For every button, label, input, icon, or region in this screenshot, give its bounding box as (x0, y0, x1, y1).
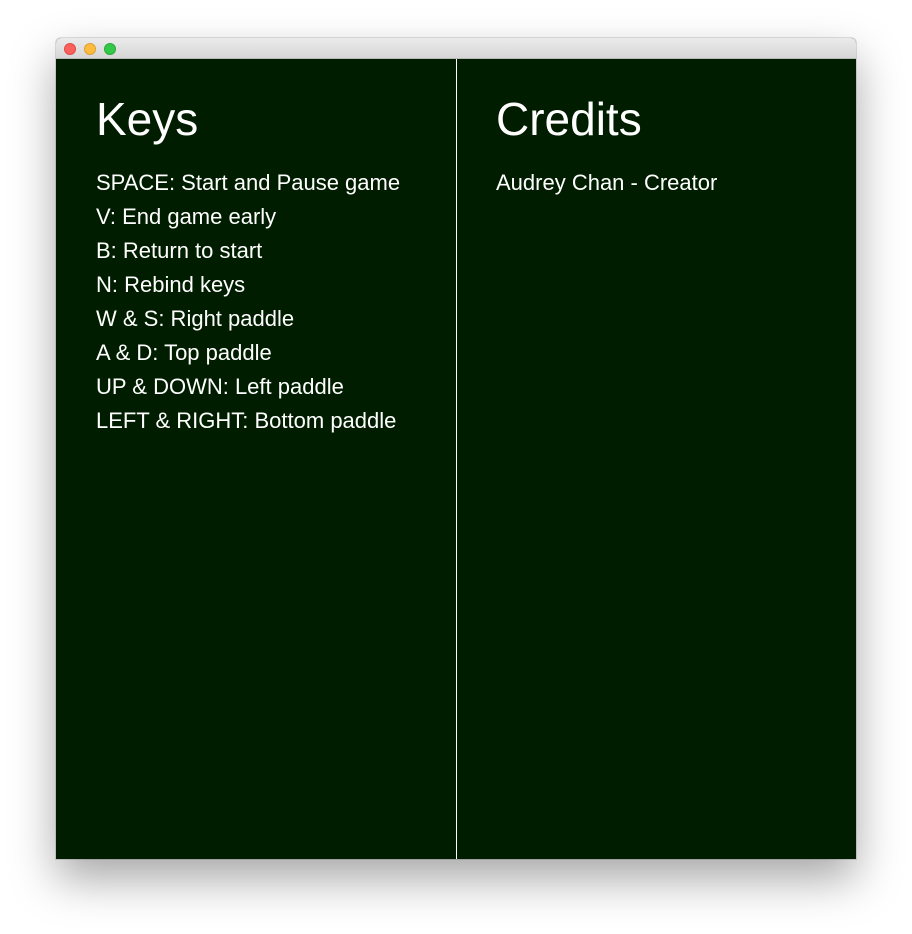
key-bindings-list: SPACE: Start and Pause game V: End game … (96, 166, 400, 438)
keys-heading: Keys (96, 93, 199, 145)
title-bar[interactable] (56, 38, 856, 59)
keys-panel: Keys SPACE: Start and Pause game V: End … (56, 59, 456, 859)
game-canvas[interactable]: Keys SPACE: Start and Pause game V: End … (56, 59, 856, 859)
credit-entry: Audrey Chan - Creator (496, 170, 718, 195)
key-binding-item: A & D: Top paddle (96, 340, 272, 365)
app-window: Keys SPACE: Start and Pause game V: End … (56, 38, 856, 859)
key-binding-item: N: Rebind keys (96, 272, 246, 297)
key-binding-item: V: End game early (96, 204, 277, 229)
close-button[interactable] (64, 43, 76, 55)
key-binding-item: SPACE: Start and Pause game (96, 170, 401, 195)
key-binding-item: B: Return to start (96, 238, 263, 263)
credits-panel: Credits Audrey Chan - Creator (456, 59, 856, 859)
credits-heading: Credits (496, 93, 642, 145)
minimize-button[interactable] (84, 43, 96, 55)
zoom-button[interactable] (104, 43, 116, 55)
key-binding-item: UP & DOWN: Left paddle (96, 374, 344, 399)
key-binding-item: W & S: Right paddle (96, 306, 295, 331)
credits-list: Audrey Chan - Creator (496, 166, 717, 200)
key-binding-item: LEFT & RIGHT: Bottom paddle (96, 408, 397, 433)
